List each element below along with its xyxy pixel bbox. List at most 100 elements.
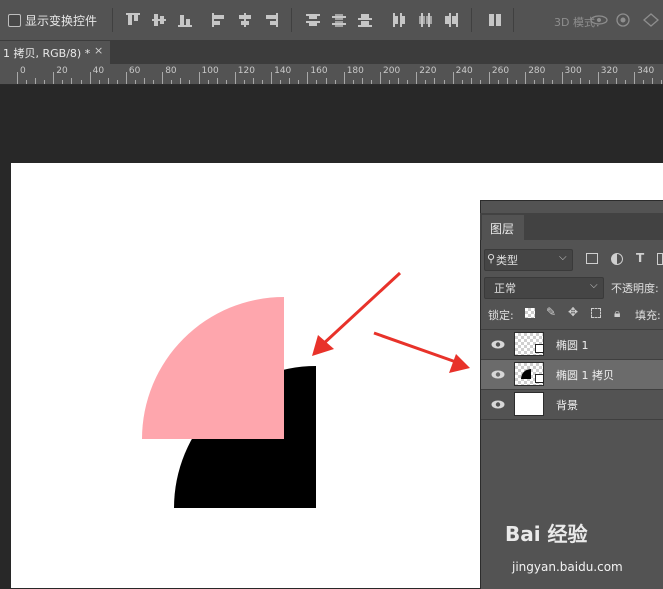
ruler-tick-label: 260 — [491, 66, 510, 76]
roll-3d-icon[interactable] — [615, 13, 631, 27]
eye-icon[interactable] — [491, 340, 505, 349]
show-transform-controls-checkbox[interactable] — [8, 14, 21, 27]
separator — [112, 8, 113, 32]
layer-name[interactable]: 背景 — [556, 397, 578, 413]
ruler-minor-tick — [298, 80, 300, 84]
search-icon: ⚲ — [487, 252, 496, 265]
ruler-minor-tick — [98, 80, 100, 84]
layer-thumbnail — [514, 392, 544, 416]
blend-mode-value: 正常 — [494, 282, 516, 295]
ruler-minor-tick — [180, 78, 182, 84]
ruler-minor-tick — [189, 80, 191, 84]
ruler-tick-label: 0 — [20, 66, 26, 76]
ruler-minor-tick — [370, 80, 372, 84]
red-arrow-1 — [312, 271, 402, 356]
ruler-tick-label: 40 — [92, 66, 105, 76]
ruler-minor-tick — [398, 78, 400, 84]
type-filter-icon[interactable]: T — [636, 251, 644, 265]
ruler-tick-label: 320 — [600, 66, 618, 76]
eye-icon[interactable] — [491, 400, 505, 409]
auto-align-icon[interactable] — [488, 13, 502, 27]
close-tab-icon[interactable]: × — [94, 44, 103, 57]
layer-name[interactable]: 椭圆 1 拷贝 — [556, 367, 614, 383]
ruler-minor-tick — [652, 78, 654, 84]
horizontal-ruler: 0 20 40 60 80 100 120 140 160 180 200 220 240 260 280 3… — [0, 64, 663, 85]
distribute-vcenter-icon[interactable] — [332, 13, 346, 27]
distribute-bottom-icon[interactable] — [358, 13, 372, 27]
distribute-top-icon[interactable] — [306, 13, 320, 27]
align-top-edges-icon[interactable] — [126, 13, 140, 27]
ruler-tick-label: 160 — [310, 66, 328, 76]
ruler-minor-tick — [334, 80, 336, 84]
ruler-tick-label: 340 — [637, 66, 655, 76]
ruler-major-tick — [53, 72, 55, 84]
distribute-right-icon[interactable] — [444, 13, 458, 27]
ruler-minor-tick — [134, 80, 136, 84]
ruler-major-tick — [380, 72, 381, 84]
adjustment-filter-icon[interactable] — [611, 253, 623, 265]
ruler-minor-tick — [579, 78, 581, 84]
red-arrow-2 — [373, 331, 470, 373]
lock-artboard-icon[interactable] — [591, 308, 601, 318]
distribute-hcenter-icon[interactable] — [418, 13, 432, 27]
lock-image-pixels-icon[interactable]: ✎ — [546, 305, 556, 319]
ruler-minor-tick — [62, 80, 64, 84]
ruler-major-tick — [162, 72, 164, 84]
layer-row-ellipse-1-copy[interactable]: 椭圆 1 拷贝 — [481, 359, 663, 389]
ruler-minor-tick — [516, 80, 518, 84]
ruler-minor-tick — [325, 78, 327, 84]
layer-row-background[interactable]: 背景 — [481, 389, 663, 419]
ruler-minor-tick — [461, 80, 463, 84]
ruler-minor-tick — [144, 78, 146, 84]
ruler-minor-tick — [80, 80, 82, 84]
ruler-major-tick — [343, 72, 345, 84]
ruler-minor-tick — [552, 80, 554, 84]
ruler-tick-label: 220 — [419, 66, 437, 76]
eye-icon[interactable] — [491, 370, 505, 379]
align-left-edges-icon[interactable] — [212, 13, 226, 27]
ruler-minor-tick — [507, 78, 509, 84]
orbit-3d-icon[interactable] — [590, 13, 608, 27]
ruler-minor-tick — [71, 78, 73, 84]
pan-3d-icon[interactable] — [642, 13, 660, 27]
shape-filter-icon[interactable] — [657, 253, 663, 265]
layer-row-ellipse-1[interactable]: 椭圆 1 — [481, 329, 663, 359]
ruler-minor-tick — [262, 80, 264, 84]
ruler-major-tick — [525, 72, 527, 84]
ruler-minor-tick — [661, 80, 663, 84]
layer-name[interactable]: 椭圆 1 — [556, 337, 589, 353]
ruler-major-tick — [17, 72, 18, 84]
align-bottom-edges-icon[interactable] — [178, 13, 192, 27]
ruler-tick-label: 200 — [383, 66, 401, 76]
distribute-left-icon[interactable] — [392, 13, 406, 27]
ruler-major-tick — [307, 72, 309, 84]
ruler-major-tick — [234, 72, 236, 84]
align-vertical-centers-icon[interactable] — [152, 13, 166, 27]
chevron-down-icon: ⌵ — [590, 280, 598, 291]
lock-position-icon[interactable]: ✥ — [568, 305, 578, 319]
ruler-minor-tick — [225, 80, 227, 84]
ruler-minor-tick — [26, 80, 28, 84]
pink-quarter-circle-shape — [142, 297, 284, 439]
opacity-label: 不透明度: — [611, 282, 659, 295]
separator — [471, 8, 472, 32]
chevron-down-icon: ⌵ — [559, 252, 567, 263]
tab-layers-label: 图层 — [490, 222, 515, 236]
ruler-tick-label: 80 — [165, 66, 177, 76]
ruler-major-tick — [271, 72, 273, 84]
separator — [291, 8, 292, 32]
ruler-major-tick — [125, 72, 127, 84]
divider — [481, 419, 663, 420]
align-horizontal-centers-icon[interactable] — [238, 13, 252, 27]
image-filter-icon[interactable] — [586, 253, 598, 264]
ruler-minor-tick — [171, 80, 173, 84]
ruler-minor-tick — [479, 80, 481, 84]
ruler-minor-tick — [643, 80, 645, 84]
ruler-minor-tick — [207, 80, 209, 84]
lock-transparent-pixels-icon[interactable] — [525, 308, 535, 318]
lock-all-icon[interactable]: 🔒︎ — [614, 306, 620, 321]
align-right-edges-icon[interactable] — [264, 13, 278, 27]
ruler-minor-tick — [316, 80, 318, 84]
ruler-major-tick — [89, 72, 91, 84]
ruler-tick-label: 60 — [128, 66, 141, 76]
